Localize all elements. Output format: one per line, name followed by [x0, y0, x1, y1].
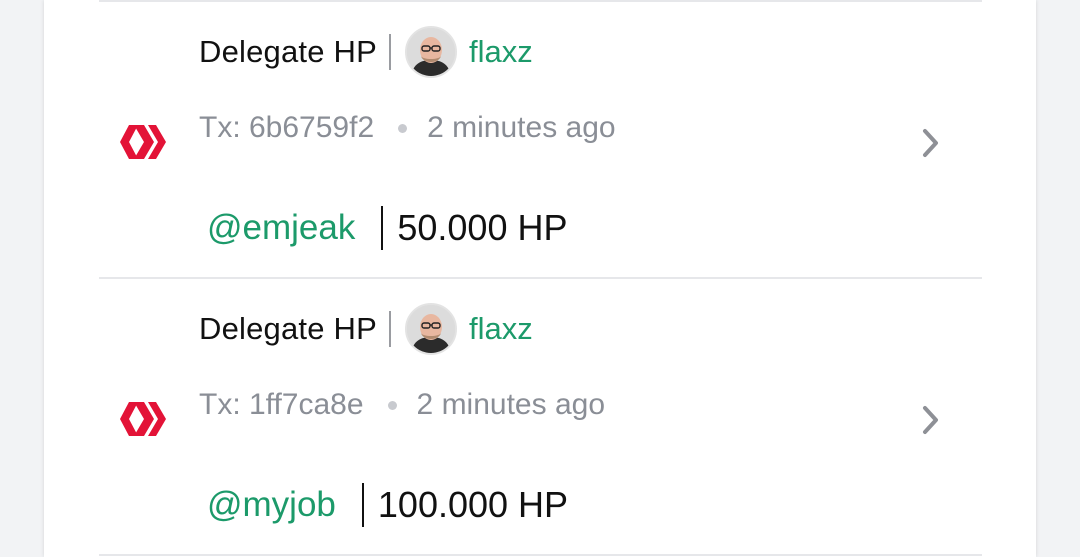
transaction-meta: Tx: 6b6759f2 2 minutes ago	[199, 106, 616, 150]
delegation-details: @emjeak 50.000 HP	[207, 202, 567, 254]
chevron-right-icon[interactable]	[920, 403, 942, 437]
recipient-link[interactable]: @myjob	[207, 485, 336, 525]
hive-logo-icon	[120, 125, 166, 159]
timestamp: 2 minutes ago	[427, 111, 616, 144]
amount: 100.000 HP	[377, 484, 569, 525]
dot-separator	[398, 123, 408, 133]
separator	[388, 34, 391, 70]
transaction-meta: Tx: 1ff7ca8e 2 minutes ago	[199, 383, 605, 427]
avatar[interactable]	[404, 26, 457, 78]
operation-type: Delegate HP	[199, 34, 377, 69]
author-link[interactable]: flaxz	[469, 34, 533, 70]
author-link[interactable]: flaxz	[469, 311, 533, 347]
recipient-link[interactable]: @emjeak	[207, 208, 355, 248]
tx-id[interactable]: Tx: 6b6759f2	[199, 111, 374, 145]
amount: 50.000 HP	[397, 207, 568, 248]
row-divider	[99, 554, 982, 556]
timestamp: 2 minutes ago	[416, 388, 605, 421]
avatar-image	[406, 305, 455, 353]
separator	[381, 206, 384, 250]
transaction-title: Delegate HP flaxz	[199, 24, 533, 80]
transaction-row[interactable]: Delegate HP flaxz Tx: 6b6759f2 2 minutes…	[99, 2, 982, 277]
hive-logo-icon	[120, 402, 166, 436]
delegation-details: @myjob 100.000 HP	[207, 479, 568, 531]
transaction-row[interactable]: Delegate HP flaxz Tx: 1ff7ca8e 2 minutes…	[99, 279, 982, 554]
avatar-image	[406, 28, 455, 76]
avatar[interactable]	[404, 303, 457, 355]
separator	[361, 483, 364, 527]
separator	[388, 311, 391, 347]
dot-separator	[387, 400, 397, 410]
operation-type: Delegate HP	[199, 311, 377, 346]
transaction-title: Delegate HP flaxz	[199, 301, 533, 357]
chevron-right-icon[interactable]	[920, 126, 942, 160]
tx-id[interactable]: Tx: 1ff7ca8e	[199, 388, 364, 422]
